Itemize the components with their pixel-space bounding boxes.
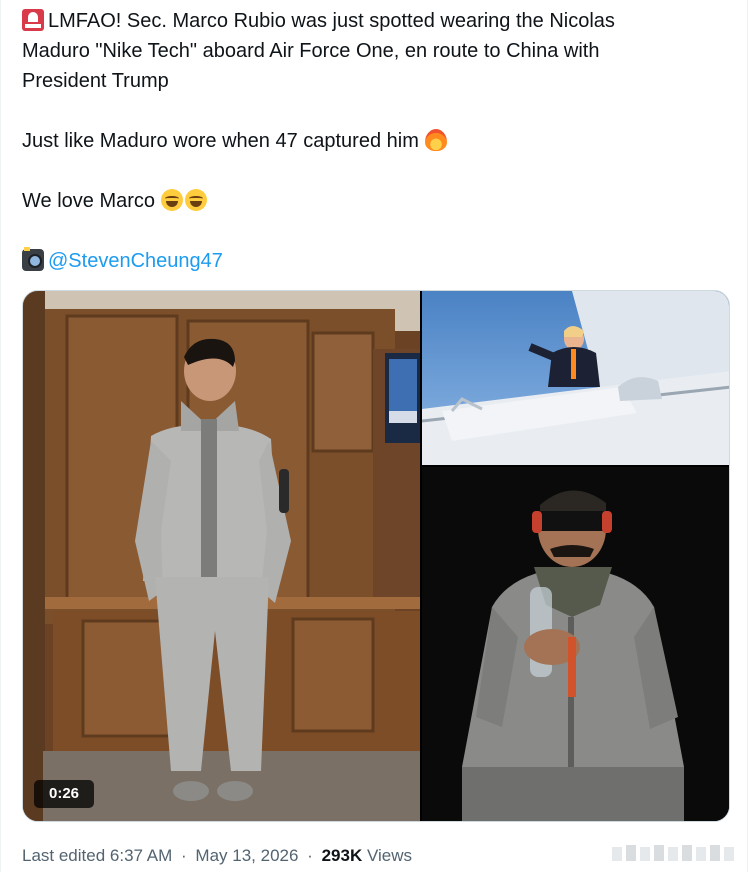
video-thumbnail-image [23,291,420,821]
mention-link[interactable]: @StevenCheung47 [48,250,223,272]
tweet-line-2: Maduro "Nike Tech" aboard Air Force One,… [22,40,600,62]
meta-separator: · [307,846,313,865]
police-car-light-icon [22,9,44,31]
video-thumbnail[interactable]: 0:26 [23,291,420,821]
meta-separator: · [181,846,187,865]
line-break [22,96,722,126]
tweet-text-segment: Just like Maduro wore when 47 captured h… [22,130,419,152]
tweet-line-5: We love Marco [22,186,722,216]
tweet-text: LMFAO! Sec. Marco Rubio was just spotted… [22,6,722,276]
laughing-face-icon [185,189,208,211]
tweet-meta: Last edited 6:37 AM · May 13, 2026 · 293… [22,843,412,869]
tweet-text-segment: LMFAO! Sec. Marco Rubio was just spotted… [48,10,615,32]
photo-air-force-one-image [422,291,729,465]
post-date[interactable]: May 13, 2026 [195,846,298,865]
line-break [22,216,722,246]
timeline-left-border [0,0,1,872]
tweet-line-4: Just like Maduro wore when 47 captured h… [22,126,722,156]
blurred-overlay-icon [612,845,734,861]
photo-air-force-one-stairs[interactable] [422,291,729,465]
video-duration-badge: 0:26 [34,780,94,808]
tweet-line-3: President Trump [22,70,169,92]
photo-maduro-escort[interactable] [422,467,729,821]
tweet-text-segment: We love Marco [22,190,156,212]
fire-icon [424,129,447,151]
photo-maduro-image [422,467,729,821]
laughing-face-icon [161,189,184,211]
views-count: 293K [321,846,363,865]
media-grid: 0:26 [22,290,730,822]
tweet-line-6: @StevenCheung47 [22,246,722,276]
edited-timestamp[interactable]: Last edited 6:37 AM [22,846,172,865]
tweet-line-1: LMFAO! Sec. Marco Rubio was just spotted… [22,6,722,36]
line-break [22,156,722,186]
camera-flash-icon [22,247,44,271]
views-label: Views [366,846,412,865]
